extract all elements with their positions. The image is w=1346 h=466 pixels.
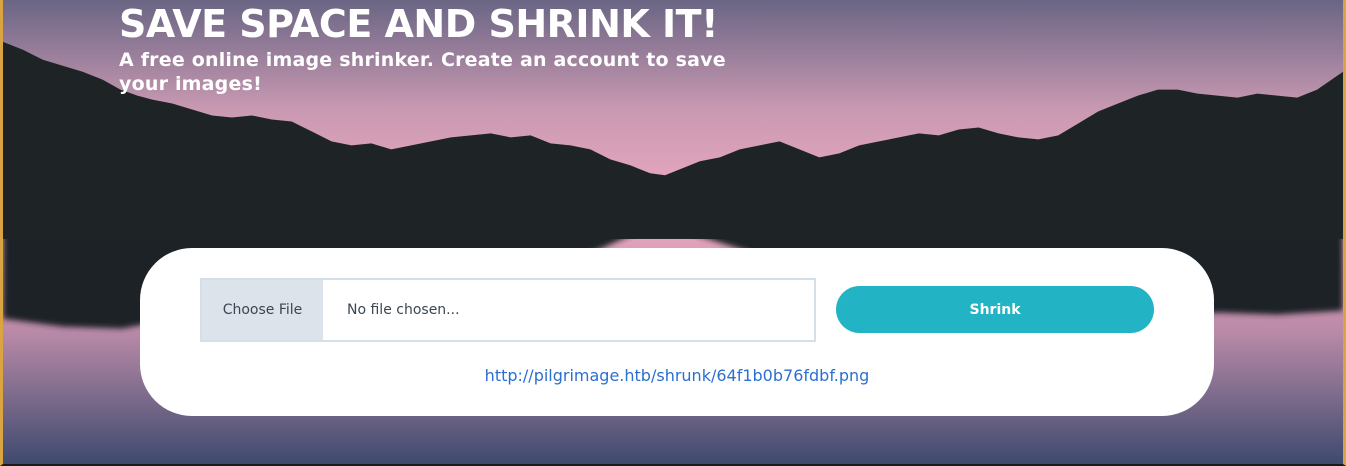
- shrink-button[interactable]: Shrink: [836, 286, 1154, 333]
- hero-title: SAVE SPACE AND SHRINK IT!: [119, 2, 718, 46]
- page-frame: SAVE SPACE AND SHRINK IT! A free online …: [0, 0, 1346, 466]
- file-status-text: No file chosen...: [347, 302, 460, 318]
- hero-subtitle: A free online image shrinker. Create an …: [119, 49, 726, 95]
- upload-card: Choose File No file chosen... Shrink htt…: [140, 248, 1214, 416]
- choose-file-button[interactable]: Choose File: [202, 280, 323, 340]
- shrunk-image-link[interactable]: http://pilgrimage.htb/shrunk/64f1b0b76fd…: [140, 366, 1214, 385]
- file-input[interactable]: Choose File No file chosen...: [200, 278, 816, 342]
